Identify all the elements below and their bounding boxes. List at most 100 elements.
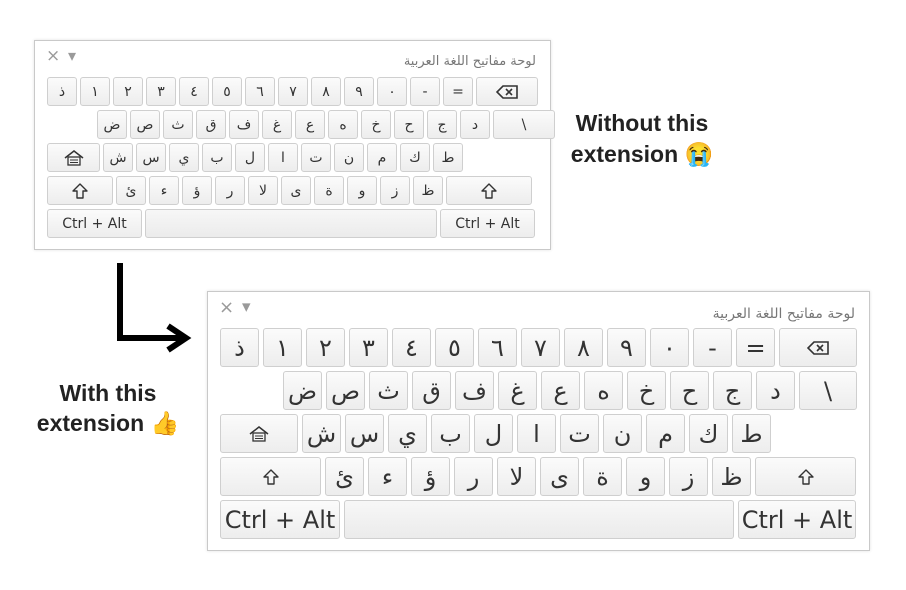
key[interactable]: لا [497,457,536,496]
menu-triangle-icon[interactable]: ▾ [242,297,251,317]
key[interactable]: ك [689,414,728,453]
close-icon[interactable]: × [219,297,234,318]
menu-triangle-icon[interactable]: ▾ [68,46,76,65]
ctrl-alt-key[interactable]: Ctrl + Alt [220,500,340,539]
key[interactable]: ٢ [113,77,143,106]
key[interactable]: ظ [712,457,751,496]
key[interactable]: ل [474,414,513,453]
key[interactable]: ى [281,176,311,205]
key[interactable]: ؤ [411,457,450,496]
key[interactable]: ك [400,143,430,172]
key[interactable]: ط [732,414,771,453]
key[interactable]: ٥ [212,77,242,106]
key[interactable]: ع [541,371,580,410]
key[interactable]: ؤ [182,176,212,205]
key[interactable]: ي [388,414,427,453]
home-key[interactable] [47,143,100,172]
key[interactable]: ٧ [278,77,308,106]
key[interactable]: ٦ [478,328,517,367]
key[interactable]: ر [215,176,245,205]
key[interactable]: خ [361,110,391,139]
key[interactable]: س [345,414,384,453]
backspace-key[interactable] [779,328,857,367]
key[interactable]: ٧ [521,328,560,367]
key[interactable]: ٦ [245,77,275,106]
key[interactable]: م [646,414,685,453]
home-key[interactable] [220,414,298,453]
key[interactable]: ج [713,371,752,410]
key[interactable]: ٥ [435,328,474,367]
key[interactable]: ٤ [392,328,431,367]
ctrl-alt-key[interactable]: Ctrl + Alt [440,209,535,238]
key[interactable]: ف [455,371,494,410]
key[interactable]: - [693,328,732,367]
key[interactable]: ء [149,176,179,205]
key[interactable]: ح [670,371,709,410]
key[interactable]: ش [103,143,133,172]
key[interactable]: ٠ [650,328,689,367]
key[interactable]: ه [328,110,358,139]
key[interactable]: ٣ [349,328,388,367]
key[interactable]: و [626,457,665,496]
key[interactable]: ت [560,414,599,453]
key[interactable]: ى [540,457,579,496]
key[interactable]: ض [97,110,127,139]
shift-key[interactable] [755,457,856,496]
key[interactable]: \ [799,371,857,410]
key[interactable]: ن [334,143,364,172]
space-key[interactable] [344,500,734,539]
key[interactable]: = [443,77,473,106]
key[interactable]: ٤ [179,77,209,106]
key[interactable]: ا [517,414,556,453]
key[interactable]: ب [202,143,232,172]
key[interactable]: ي [169,143,199,172]
key[interactable]: ق [412,371,451,410]
key[interactable]: ذ [220,328,259,367]
key[interactable]: ح [394,110,424,139]
key[interactable]: ئ [325,457,364,496]
ctrl-alt-key[interactable]: Ctrl + Alt [738,500,856,539]
key[interactable]: \ [493,110,555,139]
key[interactable]: غ [498,371,537,410]
key[interactable]: ط [433,143,463,172]
key[interactable]: ص [130,110,160,139]
shift-key[interactable] [47,176,113,205]
key[interactable]: ة [314,176,344,205]
key[interactable]: ب [431,414,470,453]
key[interactable]: م [367,143,397,172]
key[interactable]: ٨ [311,77,341,106]
key[interactable]: خ [627,371,666,410]
key[interactable]: ق [196,110,226,139]
key[interactable]: د [756,371,795,410]
key[interactable]: ض [283,371,322,410]
key[interactable]: ت [301,143,331,172]
space-key[interactable] [145,209,437,238]
backspace-key[interactable] [476,77,538,106]
shift-key[interactable] [446,176,532,205]
key[interactable]: ص [326,371,365,410]
shift-key[interactable] [220,457,321,496]
close-icon[interactable]: × [46,46,60,66]
key[interactable]: ا [268,143,298,172]
key[interactable]: ئ [116,176,146,205]
key[interactable]: لا [248,176,278,205]
key[interactable]: ٩ [344,77,374,106]
key[interactable]: ٣ [146,77,176,106]
key[interactable]: ظ [413,176,443,205]
ctrl-alt-key[interactable]: Ctrl + Alt [47,209,142,238]
key[interactable]: ه [584,371,623,410]
key[interactable]: و [347,176,377,205]
key[interactable]: ع [295,110,325,139]
key[interactable]: ف [229,110,259,139]
key[interactable]: ١ [80,77,110,106]
key[interactable]: ر [454,457,493,496]
key[interactable]: ة [583,457,622,496]
key[interactable]: ز [669,457,708,496]
key[interactable]: ل [235,143,265,172]
key[interactable]: ث [369,371,408,410]
key[interactable]: ١ [263,328,302,367]
key[interactable]: ز [380,176,410,205]
key[interactable]: ٩ [607,328,646,367]
key[interactable]: س [136,143,166,172]
key[interactable]: ث [163,110,193,139]
